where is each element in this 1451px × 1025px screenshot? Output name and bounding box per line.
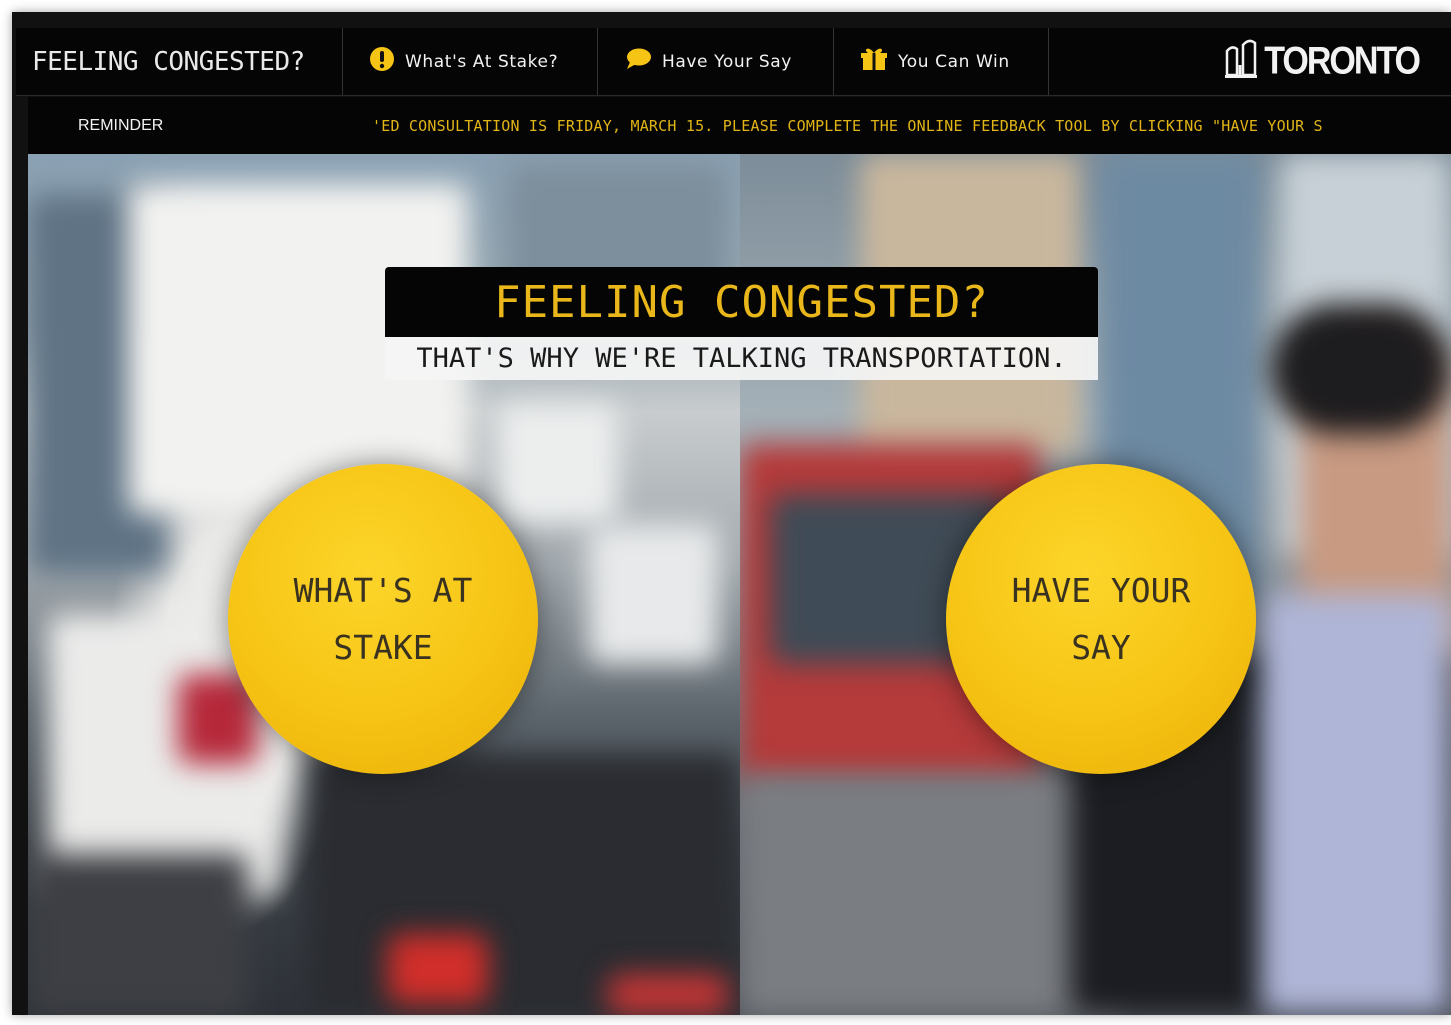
- circle-button-label: WHAT'S AT STAKE: [293, 571, 473, 667]
- reminder-ticker[interactable]: 'ED CONSULTATION IS FRIDAY, MARCH 15. PL…: [372, 97, 1451, 154]
- speech-bubble-icon: [624, 47, 652, 76]
- photo-region: [28, 854, 248, 1015]
- photo-region: [608, 974, 728, 1015]
- gift-icon: [860, 46, 888, 77]
- city-hall-icon: [1224, 39, 1258, 84]
- toronto-logo[interactable]: TORONTO: [1224, 39, 1421, 84]
- nav-item-label: What's At Stake?: [405, 51, 559, 72]
- circle-button-label: HAVE YOUR SAY: [1011, 571, 1191, 667]
- photo-region: [740, 774, 1120, 1015]
- photo-region: [588, 524, 718, 664]
- photo-region: [1260, 594, 1451, 1015]
- whats-at-stake-button[interactable]: WHAT'S AT STAKE: [228, 464, 538, 774]
- brand-title[interactable]: FEELING CONGESTED?: [16, 28, 343, 95]
- have-your-say-button[interactable]: HAVE YOUR SAY: [946, 464, 1256, 774]
- photo-region: [1270, 304, 1451, 434]
- nav-spacer: TORONTO: [1049, 28, 1451, 95]
- nav-item-label: You Can Win: [898, 51, 1010, 72]
- nav-item-have-your-say[interactable]: Have Your Say: [598, 28, 834, 95]
- top-nav: FEELING CONGESTED? What's At Stake? Have…: [16, 28, 1451, 96]
- exclamation-icon: [369, 46, 395, 77]
- photo-region: [498, 404, 618, 524]
- nav-item-label: Have Your Say: [662, 51, 792, 72]
- nav-item-you-can-win[interactable]: You Can Win: [834, 28, 1049, 95]
- reminder-label: REMINDER: [78, 116, 164, 134]
- logo-text: TORONTO: [1264, 39, 1421, 83]
- headline-sign: FEELING CONGESTED?: [385, 267, 1098, 337]
- subheadline-strip: THAT'S WHY WE'RE TALKING TRANSPORTATION.: [385, 337, 1098, 380]
- photo-region: [388, 934, 488, 1004]
- reminder-bar: REMINDER 'ED CONSULTATION IS FRIDAY, MAR…: [28, 97, 1451, 154]
- nav-item-whats-at-stake[interactable]: What's At Stake?: [343, 28, 598, 95]
